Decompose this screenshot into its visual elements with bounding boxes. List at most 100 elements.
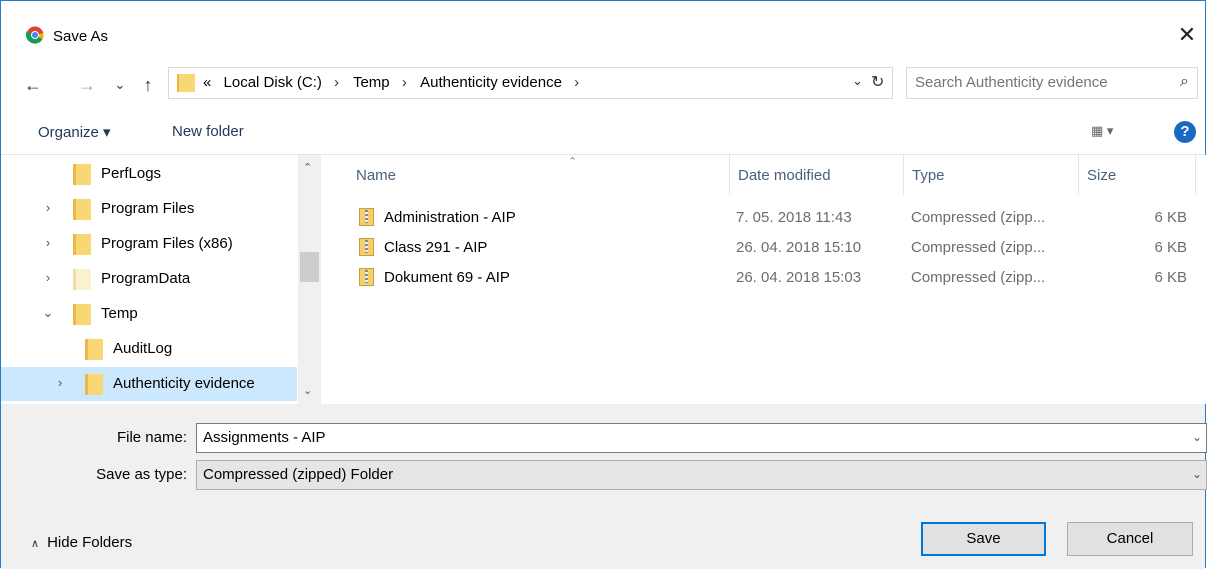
search-box[interactable]: ⌕ xyxy=(906,67,1198,99)
back-arrow-icon[interactable]: ← xyxy=(21,71,45,99)
tree-item-program-files[interactable]: › Program Files xyxy=(1,192,297,226)
folder-icon xyxy=(177,74,195,92)
file-date: 26. 04. 2018 15:10 xyxy=(736,239,862,256)
folder-icon xyxy=(73,234,91,255)
expand-arrow-icon[interactable]: › xyxy=(41,235,55,250)
file-name-value: Assignments - AIP xyxy=(203,429,326,446)
hide-folders-button[interactable]: ∧ Hide Folders xyxy=(31,534,132,551)
column-header-label: Date modified xyxy=(738,167,831,184)
help-icon[interactable]: ? xyxy=(1174,121,1196,143)
folder-icon xyxy=(73,269,91,290)
folder-icon xyxy=(73,304,91,325)
folder-icon xyxy=(73,199,91,220)
breadcrumb: « Local Disk (C:) › Temp › Authenticity … xyxy=(203,74,589,91)
address-dropdown-icon[interactable]: ⌄ xyxy=(852,73,863,89)
save-as-dialog: Save As ✕ ← → ⌄ ↑ « Local Disk (C:) › Te… xyxy=(0,0,1207,569)
folder-icon xyxy=(85,339,103,360)
tree-item-perflogs[interactable]: PerfLogs xyxy=(1,157,297,191)
file-name-field[interactable]: Assignments - AIP ⌄ xyxy=(196,423,1207,453)
tree-item-programdata[interactable]: › ProgramData xyxy=(1,262,297,296)
file-name: Administration - AIP xyxy=(384,209,516,226)
file-date: 7. 05. 2018 11:43 xyxy=(736,209,852,226)
file-name: Dokument 69 - AIP xyxy=(384,269,510,286)
new-folder-button[interactable]: New folder xyxy=(172,123,244,140)
expand-arrow-icon[interactable]: › xyxy=(41,200,55,215)
folder-icon xyxy=(73,164,91,185)
file-row[interactable]: Class 291 - AIP 26. 04. 2018 15:10 Compr… xyxy=(321,233,1201,263)
column-header-name[interactable]: Name ⌃ xyxy=(348,155,730,195)
breadcrumb-authenticity-evidence[interactable]: Authenticity evidence xyxy=(420,74,562,91)
tree-item-temp[interactable]: ⌄ Temp xyxy=(1,297,297,331)
file-type: Compressed (zipp... xyxy=(911,239,1046,256)
breadcrumb-separator-icon[interactable]: › xyxy=(334,74,339,91)
tree-item-label: Authenticity evidence xyxy=(113,375,255,392)
column-header-label: Size xyxy=(1087,167,1117,184)
file-size: 6 KB xyxy=(1154,239,1187,256)
tree-scrollbar[interactable]: ⌃ ⌄ xyxy=(298,155,321,404)
tree-item-authenticity-evidence[interactable]: › Authenticity evidence xyxy=(1,367,297,401)
tree-item-label: Temp xyxy=(101,305,138,322)
up-arrow-icon[interactable]: ↑ xyxy=(136,71,160,99)
tree-item-label: Program Files (x86) xyxy=(101,235,233,252)
zip-folder-icon xyxy=(359,238,374,256)
cancel-button[interactable]: Cancel xyxy=(1067,522,1193,556)
file-type: Compressed (zipp... xyxy=(911,269,1046,286)
chrome-icon xyxy=(26,26,44,44)
chevron-down-icon[interactable]: ⌄ xyxy=(1192,467,1202,481)
breadcrumb-overflow[interactable]: « xyxy=(203,74,211,91)
file-row[interactable]: Administration - AIP 7. 05. 2018 11:43 C… xyxy=(321,203,1201,233)
forward-arrow-icon[interactable]: → xyxy=(75,71,99,99)
change-view-button[interactable]: ▦ ▾ xyxy=(1091,123,1113,139)
file-size: 6 KB xyxy=(1154,269,1187,286)
file-date: 26. 04. 2018 15:03 xyxy=(736,269,862,286)
save-as-type-value: Compressed (zipped) Folder xyxy=(203,466,394,483)
column-header-size[interactable]: Size xyxy=(1079,155,1196,195)
file-name-label: File name: xyxy=(116,429,187,446)
expand-arrow-icon[interactable]: › xyxy=(53,375,67,390)
close-button[interactable]: ✕ xyxy=(1169,21,1205,51)
chevron-up-icon: ∧ xyxy=(31,538,40,550)
refresh-icon[interactable]: ↻ xyxy=(871,72,884,92)
column-header-type[interactable]: Type xyxy=(904,155,1079,195)
tree-item-label: PerfLogs xyxy=(101,165,162,182)
search-input[interactable] xyxy=(915,74,1165,91)
breadcrumb-separator-icon[interactable]: › xyxy=(402,74,407,91)
chevron-down-icon[interactable]: ⌄ xyxy=(1192,430,1202,444)
folder-icon xyxy=(85,374,103,395)
breadcrumb-temp[interactable]: Temp xyxy=(353,74,390,91)
expand-arrow-icon[interactable]: › xyxy=(41,270,55,285)
save-as-type-select[interactable]: Compressed (zipped) Folder ⌄ xyxy=(196,460,1207,490)
collapse-arrow-icon[interactable]: ⌄ xyxy=(41,305,55,321)
file-size: 6 KB xyxy=(1154,209,1187,226)
file-type: Compressed (zipp... xyxy=(911,209,1046,226)
column-header-label: Name xyxy=(356,167,397,184)
save-button[interactable]: Save xyxy=(921,522,1046,556)
scrollbar-thumb[interactable] xyxy=(300,252,319,282)
file-list: Name ⌃ Date modified Type Size Administr… xyxy=(321,155,1207,404)
organize-button[interactable]: Organize ▾ xyxy=(38,123,111,141)
column-header-date-modified[interactable]: Date modified xyxy=(730,155,904,195)
tree-item-label: Program Files xyxy=(101,200,195,217)
hide-folders-label: Hide Folders xyxy=(47,534,133,551)
tree-item-program-files-x86[interactable]: › Program Files (x86) xyxy=(1,227,297,261)
navigation-bar: ← → ⌄ ↑ « Local Disk (C:) › Temp › Authe… xyxy=(1,61,1205,109)
sort-ascending-icon: ⌃ xyxy=(568,156,578,168)
tree-item-label: AuditLog xyxy=(113,340,173,357)
address-bar[interactable]: « Local Disk (C:) › Temp › Authenticity … xyxy=(168,67,893,99)
navigation-pane: PerfLogs › Program Files › Program Files… xyxy=(1,155,321,404)
column-header-label: Type xyxy=(912,167,945,184)
breadcrumb-local-disk[interactable]: Local Disk (C:) xyxy=(224,74,322,91)
scroll-down-icon[interactable]: ⌄ xyxy=(303,384,312,397)
scroll-up-icon[interactable]: ⌃ xyxy=(303,161,312,174)
save-options-area: File name: Assignments - AIP ⌄ Save as t… xyxy=(1,404,1207,569)
file-name: Class 291 - AIP xyxy=(384,239,488,256)
breadcrumb-separator-icon[interactable]: › xyxy=(574,74,579,91)
zip-folder-icon xyxy=(359,268,374,286)
file-row[interactable]: Dokument 69 - AIP 26. 04. 2018 15:03 Com… xyxy=(321,263,1201,293)
search-icon[interactable]: ⌕ xyxy=(1180,73,1189,91)
recent-locations-chevron-icon[interactable]: ⌄ xyxy=(108,71,132,99)
command-toolbar: Organize ▾ New folder ▦ ▾ ? xyxy=(1,109,1205,155)
zip-folder-icon xyxy=(359,208,374,226)
tree-item-auditlog[interactable]: AuditLog xyxy=(1,332,297,366)
title-bar: Save As ✕ xyxy=(1,1,1205,61)
